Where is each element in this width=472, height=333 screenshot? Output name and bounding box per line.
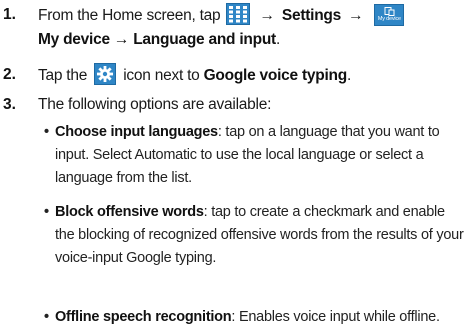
step-end: . [275, 31, 281, 48]
option-text: Block offensive words: tap to create a c… [42, 201, 468, 269]
step-body: The following options are available: [38, 93, 468, 117]
option-text: Choose input languages: tap on a languag… [42, 121, 468, 189]
option-offline-speech-recognition: • Offline speech recognition: Enables vo… [42, 306, 468, 329]
step-text: icon next to [123, 67, 200, 84]
bullet-dot: • [44, 204, 49, 220]
my-device-icon: My device [374, 4, 405, 26]
step-number: 3. [3, 96, 16, 113]
step-body: From the Home screen, tap → Settings → M… [38, 3, 468, 52]
option-title: Choose input languages [55, 124, 218, 140]
option-text: Offline speech recognition: Enables voic… [42, 306, 468, 329]
bullet-dot: • [44, 309, 49, 325]
option-title: Block offensive words [55, 204, 204, 220]
step-number: 1. [3, 6, 16, 23]
arrow: → [259, 7, 276, 24]
settings-label: Settings [281, 7, 342, 24]
arrow: → [348, 7, 364, 24]
my-device-icon-label: My device [377, 16, 401, 22]
apps-grid-icon [226, 3, 251, 25]
instruction-page: 1. From the Home screen, tap → Settings … [0, 0, 472, 333]
gear-icon [94, 63, 117, 85]
option-title: Offline speech recognition [55, 309, 232, 325]
option-choose-input-languages: • Choose input languages: tap on a langu… [42, 121, 468, 189]
menu-path: My device → Language and input [38, 31, 276, 48]
step-end: . [346, 67, 352, 84]
step-text: Tap the [38, 67, 88, 84]
google-voice-typing-label: Google voice typing [203, 67, 348, 84]
step-text: The following options are available: [38, 96, 272, 113]
step-body: Tap the icon next to Google voice typing… [38, 63, 468, 88]
option-desc: : Enables voice input while offline. [231, 309, 440, 325]
bullet-dot: • [44, 124, 49, 140]
step-number: 2. [3, 66, 16, 83]
option-block-offensive-words: • Block offensive words: tap to create a… [42, 201, 468, 269]
step-text: From the Home screen, tap [38, 7, 221, 24]
